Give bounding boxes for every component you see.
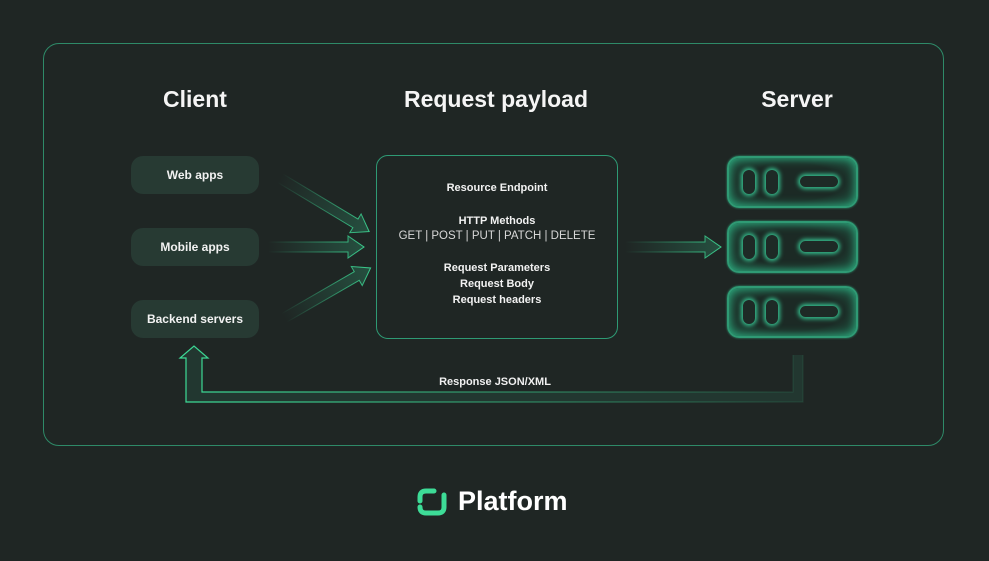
payload-headers: Request headers bbox=[452, 294, 542, 306]
response-label: Response JSON/XML bbox=[439, 376, 551, 388]
arrow-mobile-to-payload bbox=[267, 235, 365, 259]
payload-body: Request Body bbox=[460, 278, 534, 290]
payload-params: Request Parameters bbox=[443, 262, 551, 274]
arrow-web-to-payload bbox=[276, 173, 370, 234]
payload-methods-list: GET | POST | PUT | PATCH | DELETE bbox=[398, 230, 596, 242]
server-icon bbox=[727, 156, 858, 208]
payload-methods-title: HTTP Methods bbox=[458, 215, 536, 227]
brand-name: Platform bbox=[458, 486, 568, 516]
brand: Platform bbox=[416, 486, 568, 517]
arrow-backend-to-payload bbox=[280, 265, 372, 324]
payload-endpoint: Resource Endpoint bbox=[446, 182, 548, 194]
platform-logo-icon bbox=[417, 488, 447, 515]
server-icon bbox=[727, 221, 858, 273]
arrow-payload-to-server bbox=[624, 235, 722, 259]
arrow-response bbox=[178, 345, 804, 403]
request-payload-box: Resource Endpoint HTTP Methods GET | POS… bbox=[376, 155, 618, 339]
server-icon bbox=[727, 286, 858, 338]
